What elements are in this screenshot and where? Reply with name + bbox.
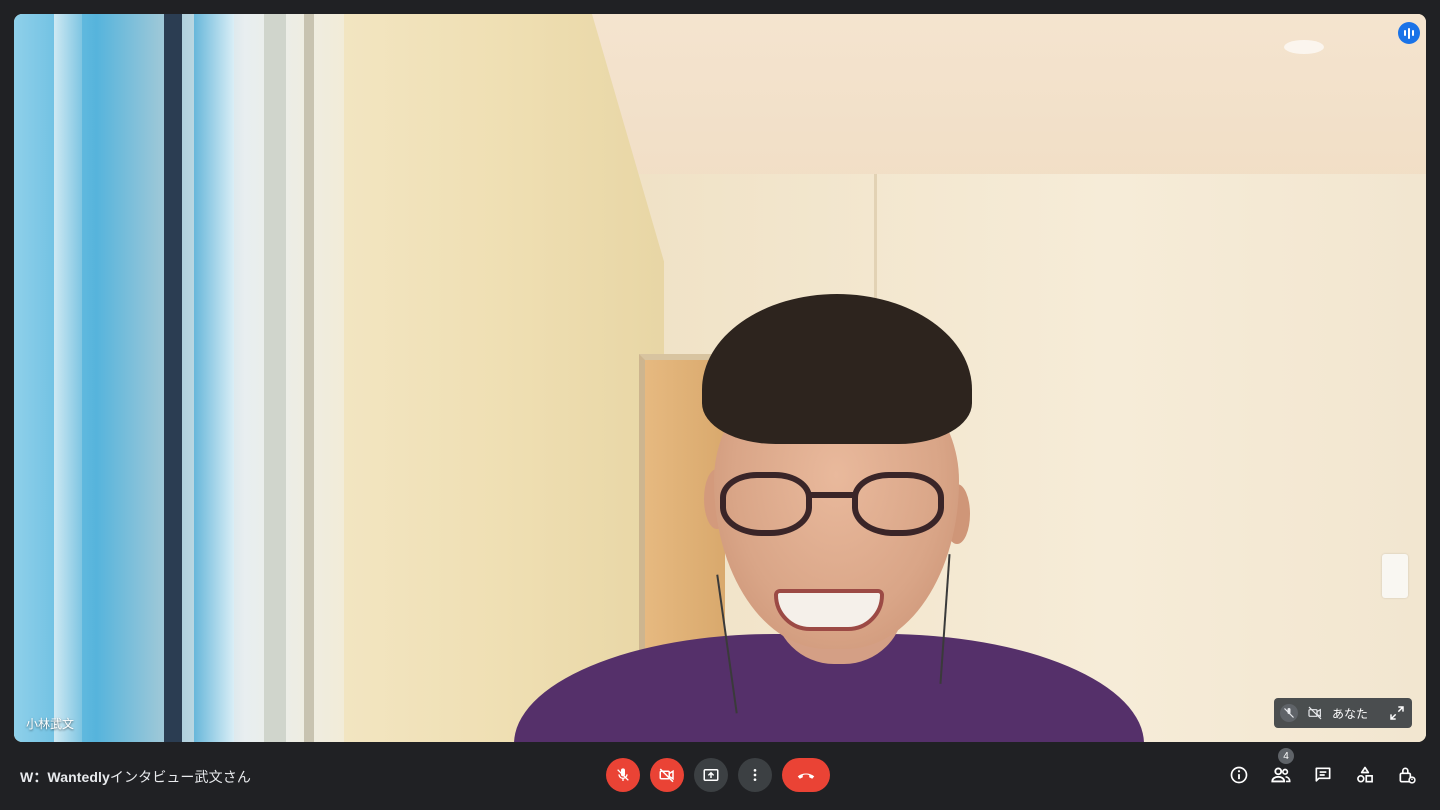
expand-icon[interactable] (1388, 704, 1406, 722)
meeting-title-code: W：Wantedly (20, 769, 110, 785)
window-frame (164, 14, 182, 742)
people-icon (1270, 764, 1292, 786)
window-frame (304, 14, 314, 742)
speaking-indicator-icon (1398, 22, 1420, 44)
light-switch (1382, 554, 1408, 598)
person-mouth (774, 589, 884, 631)
video-frame (14, 14, 1426, 742)
call-controls (606, 758, 830, 792)
more-options-button[interactable] (738, 758, 772, 792)
mic-toggle-button[interactable] (606, 758, 640, 792)
host-controls-button[interactable] (1396, 764, 1418, 786)
ceiling-light (1284, 40, 1324, 54)
meeting-title: W：Wantedlyインタビュー武文さん (20, 767, 251, 787)
main-video-tile: 小林武文 あなた (14, 14, 1426, 742)
window-frame (54, 14, 82, 742)
chat-button[interactable] (1312, 764, 1334, 786)
info-icon (1229, 765, 1249, 785)
window-frame (194, 14, 234, 742)
chat-icon (1313, 765, 1333, 785)
self-view-tile[interactable]: あなた (1274, 698, 1412, 728)
camera-toggle-button[interactable] (650, 758, 684, 792)
more-vert-icon (747, 767, 763, 783)
participant-name-label: 小林武文 (26, 717, 75, 731)
self-name-label: あなた (1332, 706, 1369, 721)
meeting-details-button[interactable] (1228, 764, 1250, 786)
activities-button[interactable] (1354, 764, 1376, 786)
window-frame (264, 14, 286, 742)
participants-count-badge: 4 (1278, 748, 1294, 764)
videocam-off-icon (658, 766, 676, 784)
lock-person-icon (1397, 765, 1417, 785)
call-end-icon (795, 764, 817, 786)
mic-off-icon (615, 767, 631, 783)
mic-off-icon (1280, 704, 1298, 722)
leave-call-button[interactable] (782, 758, 830, 792)
side-panel-tools: 4 (1228, 748, 1418, 786)
present-screen-icon (702, 766, 720, 784)
videocam-off-icon (1306, 704, 1324, 722)
meeting-toolbar: W：Wantedlyインタビュー武文さん 4 (0, 742, 1440, 810)
present-button[interactable] (694, 758, 728, 792)
person-glasses (714, 472, 954, 542)
participants-button[interactable]: 4 (1270, 748, 1294, 786)
activities-icon (1355, 765, 1375, 785)
meeting-title-name: インタビュー武文さん (109, 769, 251, 785)
